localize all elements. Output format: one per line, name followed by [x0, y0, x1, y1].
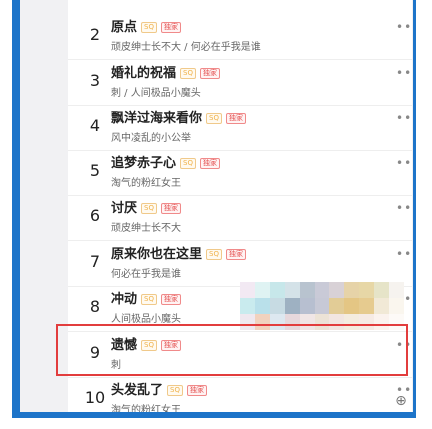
song-row[interactable]: 2 原点SQ独家 顽皮绅士长不大 / 何必在乎我是谁 ••• [68, 14, 413, 60]
exclusive-badge: 独家 [160, 203, 181, 214]
more-options-icon[interactable]: ••• [396, 247, 413, 261]
more-options-icon[interactable]: ••• [396, 20, 413, 34]
sq-badge: SQ [141, 294, 157, 305]
more-options-icon[interactable]: ••• [396, 66, 413, 80]
more-options-icon[interactable]: ••• [396, 201, 413, 215]
more-options-icon[interactable]: ••• [396, 111, 413, 125]
song-title[interactable]: 冲动 SQ 独家 [111, 288, 181, 307]
song-rank: 5 [89, 161, 101, 180]
sq-badge: SQ [141, 203, 157, 214]
exclusive-badge: 独家 [199, 158, 220, 169]
song-row[interactable]: 5 追梦赤子心SQ独家 淘气的粉红女王 ••• [68, 150, 413, 196]
sq-badge: SQ [206, 113, 222, 124]
sq-badge: SQ [180, 158, 196, 169]
song-title[interactable]: 原来你也在这里 SQ 独家 [111, 243, 246, 262]
song-rank: 3 [89, 71, 101, 90]
song-title[interactable]: 追梦赤子心 SQ 独家 [111, 152, 220, 171]
song-artist[interactable]: 顽皮绅士长不大 [111, 219, 181, 234]
song-artist[interactable]: 顽皮绅士长不大 / 何必在乎我是谁 [111, 38, 261, 53]
song-row[interactable]: 4 飘洋过海来看你SQ独家 风中凌乱的小公举 ••• [68, 105, 413, 151]
highlight-box [56, 324, 408, 376]
sq-badge: SQ [167, 385, 183, 396]
song-artist[interactable]: 人间极品小魔头 [111, 310, 181, 325]
song-rank: 8 [89, 297, 101, 316]
song-title[interactable]: 原点 SQ 独家 [111, 16, 181, 35]
song-rank: 6 [89, 206, 101, 225]
exclusive-badge: 独家 [199, 68, 220, 79]
song-artist[interactable]: 何必在乎我是谁 [111, 265, 181, 280]
sq-badge: SQ [180, 68, 196, 79]
pixelated-overlay [240, 282, 404, 330]
exclusive-badge: 独家 [160, 22, 181, 33]
song-row[interactable]: 7 原来你也在这里SQ独家 何必在乎我是谁 ••• [68, 241, 413, 287]
song-row[interactable]: 10 头发乱了SQ独家 淘气的粉红女王 ••• [68, 377, 413, 412]
song-artist[interactable]: 风中凌乱的小公举 [111, 129, 191, 144]
song-artist[interactable]: 淘气的粉红女王 [111, 174, 181, 189]
more-options-icon[interactable]: ••• [396, 156, 413, 170]
sq-badge: SQ [206, 249, 222, 260]
sq-badge: SQ [141, 22, 157, 33]
song-title[interactable]: 讨厌 SQ 独家 [111, 197, 181, 216]
exclusive-badge: 独家 [225, 113, 246, 124]
song-title[interactable]: 飘洋过海来看你 SQ 独家 [111, 107, 246, 126]
song-rank: 4 [89, 116, 101, 135]
song-row[interactable]: 6 讨厌SQ独家 顽皮绅士长不大 ••• [68, 195, 413, 241]
song-row[interactable]: 3 婚礼的祝福SQ独家 刺 / 人间极品小魔头 ••• [68, 60, 413, 106]
song-title[interactable]: 头发乱了 SQ 独家 [111, 379, 207, 398]
song-artist[interactable]: 淘气的粉红女王 [111, 401, 181, 412]
song-artist[interactable]: 刺 / 人间极品小魔头 [111, 84, 201, 99]
zoom-in-icon[interactable]: ⊕ [392, 392, 410, 410]
exclusive-badge: 独家 [225, 249, 246, 260]
exclusive-badge: 独家 [160, 294, 181, 305]
song-rank: 2 [89, 25, 101, 44]
exclusive-badge: 独家 [186, 385, 207, 396]
song-title[interactable]: 婚礼的祝福 SQ 独家 [111, 62, 220, 81]
song-rank: 7 [89, 252, 101, 271]
song-rank: 10 [84, 388, 106, 407]
